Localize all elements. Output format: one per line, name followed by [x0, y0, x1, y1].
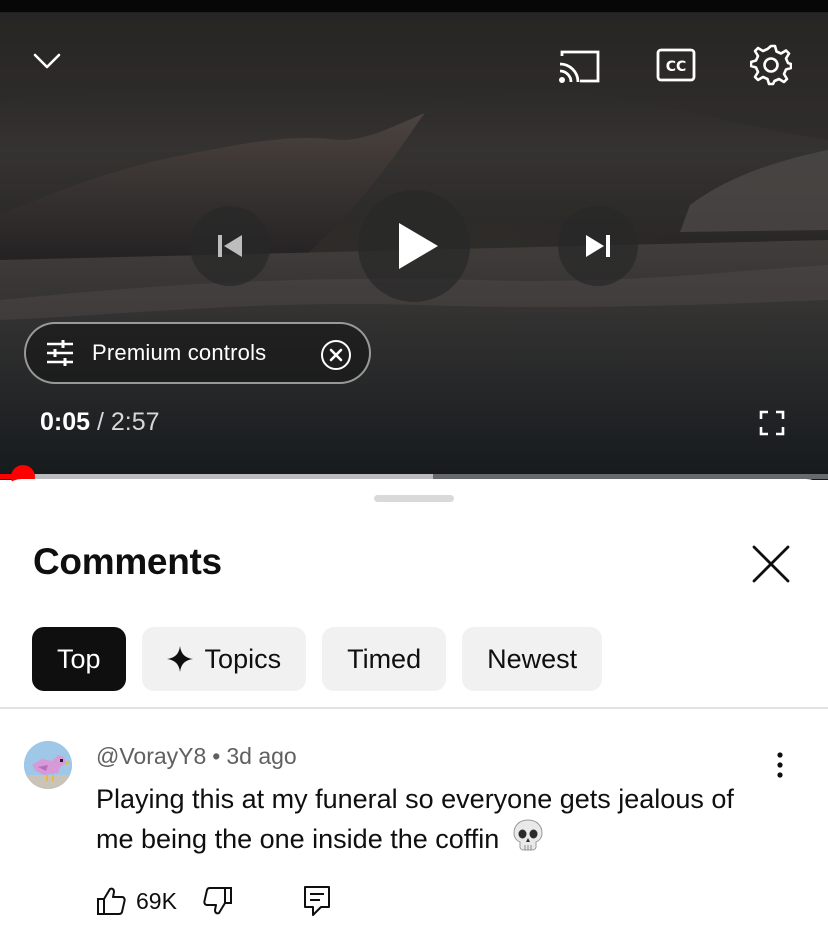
- gear-icon[interactable]: [750, 44, 792, 86]
- cc-icon[interactable]: CC: [656, 48, 696, 82]
- skip-previous-icon: [218, 235, 242, 257]
- chip-label: Top: [57, 643, 101, 674]
- premium-controls-label: Premium controls: [92, 340, 267, 365]
- comments-title: Comments: [33, 541, 222, 582]
- divider: [0, 707, 828, 709]
- reply-icon[interactable]: [303, 885, 331, 917]
- time-separator: /: [97, 408, 104, 436]
- thumbs-up-icon[interactable]: [96, 886, 126, 916]
- skip-previous-button[interactable]: [190, 206, 270, 286]
- chip-top[interactable]: Top: [32, 627, 126, 691]
- chip-label: Newest: [487, 643, 578, 674]
- chip-label: Topics: [204, 643, 282, 674]
- premium-controls-pill[interactable]: Premium controls: [24, 322, 371, 384]
- chevron-down-icon[interactable]: [30, 46, 64, 76]
- like-count: 69K: [136, 887, 177, 914]
- play-button[interactable]: [358, 190, 470, 302]
- comment-actions: 69K: [96, 885, 331, 917]
- comment-text: Playing this at my funeral so everyone g…: [96, 784, 734, 854]
- cast-icon[interactable]: [558, 48, 600, 84]
- play-icon: [399, 223, 438, 269]
- svg-text:CC: CC: [666, 59, 687, 75]
- skull-emoji: [513, 819, 543, 862]
- comment-time: 3d ago: [226, 743, 297, 769]
- skip-next-icon: [586, 235, 610, 257]
- current-time: 0:05: [40, 408, 91, 436]
- comment-body: Playing this at my funeral so everyone g…: [96, 779, 776, 862]
- chip-label: Timed: [347, 643, 422, 674]
- comment-author[interactable]: @VorayY8: [96, 743, 206, 769]
- comments-sheet: Comments Top Topics Timed Newest @VorayY…: [0, 479, 828, 927]
- bird-avatar-image: [24, 741, 72, 789]
- chip-newest[interactable]: Newest: [462, 627, 603, 691]
- skip-next-button[interactable]: [558, 206, 638, 286]
- fullscreen-icon[interactable]: [758, 410, 786, 436]
- close-icon[interactable]: [752, 545, 790, 583]
- more-vertical-icon[interactable]: [768, 751, 792, 781]
- sliders-icon: [46, 340, 74, 366]
- video-player[interactable]: CC Premium controls 0:05 / 2:57: [0, 0, 828, 480]
- avatar[interactable]: [24, 741, 72, 789]
- thumbs-down-icon[interactable]: [203, 886, 233, 916]
- close-circle-icon[interactable]: [321, 340, 351, 370]
- filter-chips: Top Topics Timed Newest: [32, 627, 603, 691]
- sparkle-icon: [166, 646, 193, 672]
- drag-handle[interactable]: [374, 495, 454, 502]
- meta-separator: •: [212, 743, 221, 769]
- time-display: 0:05 / 2:57: [40, 408, 160, 437]
- chip-timed[interactable]: Timed: [322, 627, 447, 691]
- duration: 2:57: [110, 408, 160, 436]
- comment-meta: @VorayY8 • 3d ago: [96, 743, 297, 770]
- chip-topics[interactable]: Topics: [141, 627, 307, 691]
